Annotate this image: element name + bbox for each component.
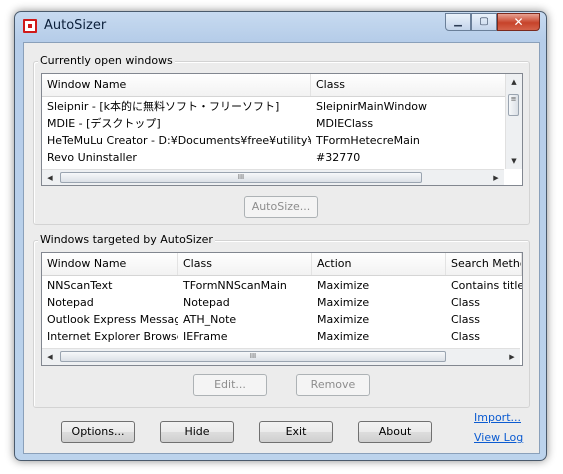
targeted-windows-hscroll[interactable]: ◀ III ▶ <box>42 348 520 365</box>
cell-action: Maximize <box>317 330 370 343</box>
open-windows-vscroll[interactable]: ▲ ≡ ▼ <box>505 74 522 169</box>
cell-class: TFormHetecreMain <box>316 134 420 147</box>
scroll-up-arrow-icon[interactable]: ▲ <box>506 74 522 90</box>
cell-search-method: Class <box>451 296 480 309</box>
hscroll-thumb[interactable]: III <box>60 172 422 183</box>
grip-icon: III <box>237 173 245 181</box>
cell-action: Maximize <box>317 313 370 326</box>
minimize-button[interactable]: ▁ <box>445 13 471 31</box>
column-header-class[interactable]: Class <box>178 253 312 275</box>
exit-button[interactable]: Exit <box>259 421 333 443</box>
targeted-windows-header: Window Name Class Action Search Metho <box>42 253 522 276</box>
grip-icon: III <box>249 352 257 360</box>
cell-window-name: NNScanText <box>47 279 113 292</box>
about-button[interactable]: About <box>358 421 432 443</box>
cell-class: IEFrame <box>183 330 228 343</box>
targeted-windows-legend: Windows targeted by AutoSizer <box>38 233 215 246</box>
list-item[interactable]: Sleipnir - [k本的に無料ソフト・フリーソフト] SleipnirMa… <box>42 98 506 115</box>
list-item[interactable]: MDIE - [デスクトップ] MDIEClass <box>42 115 506 132</box>
autosizer-window: AutoSizer ▁ ▢ ✕ Currently open windows W… <box>14 11 547 461</box>
list-item[interactable]: Revo Uninstaller #32770 <box>42 149 506 166</box>
cell-search-method: Contains title <box>451 279 522 292</box>
cell-window-name: Notepad <box>47 296 94 309</box>
scroll-down-arrow-icon[interactable]: ▼ <box>506 153 522 169</box>
open-windows-legend: Currently open windows <box>38 54 175 67</box>
cell-class: #32770 <box>316 151 361 164</box>
column-header-action[interactable]: Action <box>312 253 446 275</box>
cell-window-name: HeTeMuLu Creator - D:¥Documents¥free¥uti… <box>47 134 311 147</box>
list-item[interactable]: HeTeMuLu Creator - D:¥Documents¥free¥uti… <box>42 132 506 149</box>
scroll-left-arrow-icon[interactable]: ◀ <box>42 349 58 365</box>
remove-button[interactable]: Remove <box>296 374 370 396</box>
column-header-window-name[interactable]: Window Name <box>42 253 178 275</box>
column-header-class[interactable]: Class <box>311 74 506 96</box>
cell-class: ATH_Note <box>183 313 237 326</box>
close-button[interactable]: ✕ <box>497 13 540 31</box>
grip-icon: ≡ <box>510 95 517 103</box>
table-row[interactable]: Notepad Notepad Maximize Class <box>42 294 522 311</box>
hscroll-thumb[interactable]: III <box>60 351 446 362</box>
hide-button[interactable]: Hide <box>160 421 234 443</box>
column-header-window-name[interactable]: Window Name <box>42 74 311 96</box>
import-link[interactable]: Import... <box>474 411 521 424</box>
column-header-search-method[interactable]: Search Metho <box>446 253 522 275</box>
cell-class: MDIEClass <box>316 117 374 130</box>
cell-class: SleipnirMainWindow <box>316 100 428 113</box>
cell-window-name: Internet Explorer Browser <box>47 330 178 343</box>
cell-class: TFormNNScanMain <box>183 279 287 292</box>
vscroll-thumb[interactable]: ≡ <box>508 94 519 116</box>
edit-button[interactable]: Edit... <box>193 374 267 396</box>
open-windows-hscroll[interactable]: ◀ III ▶ <box>42 169 504 185</box>
open-windows-list[interactable]: Window Name Class Sleipnir - [k本的に無料ソフト・… <box>41 73 523 186</box>
app-icon <box>23 19 37 33</box>
cell-search-method: Class <box>451 313 480 326</box>
maximize-button[interactable]: ▢ <box>471 13 497 31</box>
table-row[interactable]: Internet Explorer Browser IEFrame Maximi… <box>42 328 522 345</box>
view-log-link[interactable]: View Log <box>474 431 523 444</box>
cell-window-name: MDIE - [デスクトップ] <box>47 117 161 130</box>
client-area: Currently open windows Window Name Class… <box>23 42 540 454</box>
open-windows-header: Window Name Class <box>42 74 522 97</box>
scroll-right-arrow-icon[interactable]: ▶ <box>504 349 520 365</box>
cell-search-method: Class <box>451 330 480 343</box>
cell-window-name: Outlook Express Message <box>47 313 178 326</box>
cell-action: Maximize <box>317 279 370 292</box>
table-row[interactable]: Outlook Express Message ATH_Note Maximiz… <box>42 311 522 328</box>
cell-window-name: Revo Uninstaller <box>47 151 137 164</box>
targeted-windows-list[interactable]: Window Name Class Action Search Metho NN… <box>41 252 523 366</box>
scroll-right-arrow-icon[interactable]: ▶ <box>488 170 504 185</box>
table-row[interactable]: NNScanText TFormNNScanMain Maximize Cont… <box>42 277 522 294</box>
cell-class: Notepad <box>183 296 230 309</box>
cell-window-name: Sleipnir - [k本的に無料ソフト・フリーソフト] <box>47 100 280 113</box>
cell-action: Maximize <box>317 296 370 309</box>
scroll-left-arrow-icon[interactable]: ◀ <box>42 170 58 185</box>
options-button[interactable]: Options... <box>61 421 135 443</box>
caption-buttons: ▁ ▢ ✕ <box>445 13 540 31</box>
window-title: AutoSizer <box>44 18 107 33</box>
autosize-button[interactable]: AutoSize... <box>244 196 318 218</box>
